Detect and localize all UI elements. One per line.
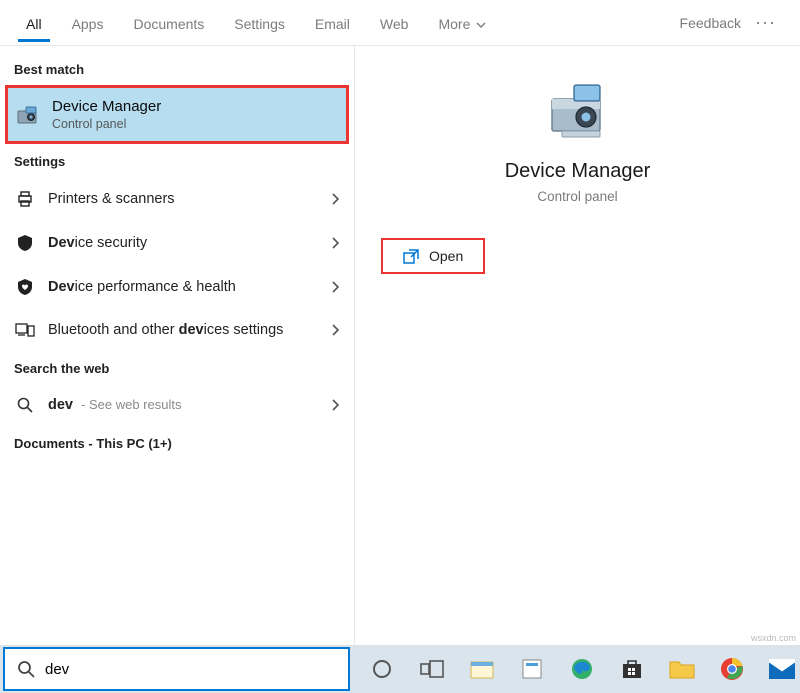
chevron-right-icon <box>330 323 340 337</box>
preview-subtitle: Control panel <box>537 189 617 204</box>
heart-shield-icon <box>14 278 36 296</box>
feedback-link[interactable]: Feedback <box>680 15 741 31</box>
settings-item-device-security[interactable]: Device security <box>0 221 354 265</box>
chevron-right-icon <box>330 236 340 250</box>
task-view-icon[interactable] <box>414 651 450 687</box>
app-icon-generic[interactable] <box>514 651 550 687</box>
settings-item-device-performance[interactable]: Device performance & health <box>0 265 354 309</box>
section-documents: Documents - This PC (1+) <box>0 426 354 459</box>
section-best-match: Best match <box>0 52 354 85</box>
section-search-web: Search the web <box>0 351 354 384</box>
tab-documents[interactable]: Documents <box>125 4 212 42</box>
taskbar <box>0 645 800 693</box>
filter-tabs: All Apps Documents Settings Email Web Mo… <box>0 0 800 46</box>
folder-icon[interactable] <box>664 651 700 687</box>
watermark: wsxdn.com <box>751 633 796 643</box>
mail-icon[interactable] <box>764 651 800 687</box>
chevron-down-icon <box>476 20 486 30</box>
shield-icon <box>14 234 36 252</box>
settings-item-label: Device security <box>36 235 330 251</box>
settings-item-bluetooth-devices[interactable]: Bluetooth and other devices settings <box>0 309 354 351</box>
tab-settings[interactable]: Settings <box>226 4 293 42</box>
edge-icon[interactable] <box>564 651 600 687</box>
search-icon <box>14 397 36 413</box>
chrome-icon[interactable] <box>714 651 750 687</box>
best-match-subtitle: Control panel <box>52 117 161 131</box>
chevron-right-icon <box>330 398 340 412</box>
tab-all[interactable]: All <box>18 4 50 42</box>
best-match-result[interactable]: Device Manager Control panel <box>5 85 349 144</box>
tab-apps[interactable]: Apps <box>64 4 112 42</box>
results-panel: Best match Device Manager Control panel … <box>0 46 354 645</box>
chevron-right-icon <box>330 280 340 294</box>
tab-email[interactable]: Email <box>307 4 358 42</box>
web-result[interactable]: dev - See web results <box>0 384 354 426</box>
devices-icon <box>14 322 36 338</box>
device-manager-large-icon <box>538 76 618 146</box>
settings-item-label: Printers & scanners <box>36 191 330 207</box>
chevron-right-icon <box>330 192 340 206</box>
settings-item-label: Bluetooth and other devices settings <box>36 322 330 338</box>
tab-more[interactable]: More <box>430 4 494 42</box>
search-input[interactable] <box>45 661 340 678</box>
preview-panel: Device Manager Control panel Open <box>354 46 800 645</box>
open-button[interactable]: Open <box>381 238 485 274</box>
file-explorer-icon[interactable] <box>464 651 500 687</box>
more-menu-icon[interactable]: ··· <box>755 12 776 33</box>
device-manager-icon <box>14 104 42 126</box>
tab-web[interactable]: Web <box>372 4 417 42</box>
preview-title: Device Manager <box>505 160 651 183</box>
search-box[interactable] <box>3 647 350 691</box>
best-match-title: Device Manager <box>52 98 161 115</box>
settings-item-label: Device performance & health <box>36 279 330 295</box>
search-icon <box>17 660 35 678</box>
settings-item-printers[interactable]: Printers & scanners <box>0 177 354 221</box>
section-settings: Settings <box>0 144 354 177</box>
web-result-label: dev - See web results <box>36 397 330 413</box>
printer-icon <box>14 190 36 208</box>
cortana-icon[interactable] <box>364 651 400 687</box>
open-icon <box>403 249 419 264</box>
store-icon[interactable] <box>614 651 650 687</box>
